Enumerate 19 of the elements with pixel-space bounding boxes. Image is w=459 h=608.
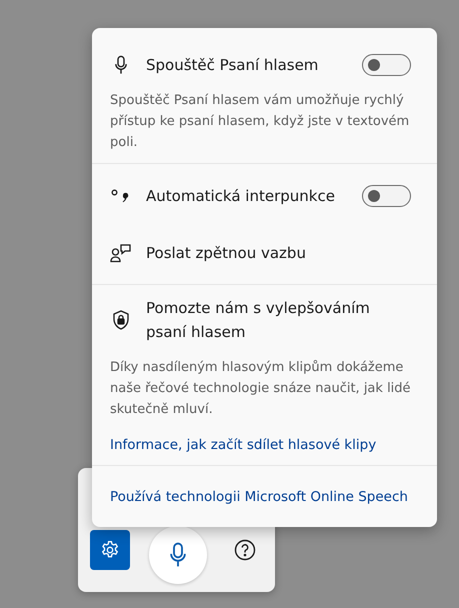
toggle-switch[interactable] — [362, 54, 411, 76]
feedback-icon — [110, 243, 132, 263]
microphone-icon — [170, 542, 186, 568]
microphone-button[interactable] — [149, 526, 207, 584]
setting-label: Automatická interpunkce — [146, 186, 336, 207]
toggle-switch[interactable] — [362, 185, 411, 207]
privacy-description: Díky nasdíleným hlasovým klipům dokážeme naše řečové technologie snáze naučit, jak lidé skutečně mluví. — [109, 359, 412, 419]
setting-label: Pomozte nám s vylepšováním psaní hlasem — [146, 298, 371, 343]
settings-button[interactable] — [90, 530, 130, 570]
question-mark-icon — [234, 539, 256, 561]
feedback-item[interactable]: Poslat zpětnou vazbu — [92, 224, 437, 284]
gear-icon — [100, 540, 120, 560]
punctuation-icon — [111, 189, 131, 203]
setting-description: Spouštěč Psaní hlasem vám umožňuje rychlý přístup ke psaní hlasem, když jste v textovém poli. — [109, 92, 410, 152]
speech-service-link[interactable]: Používá technologii Microsoft Online Speech — [110, 489, 408, 505]
microphone-icon — [115, 55, 127, 75]
setting-label: Spouštěč Psaní hlasem — [146, 55, 320, 76]
share-clips-link[interactable]: Informace, jak začít sdílet hlasové klipy — [110, 437, 376, 453]
shield-lock-icon — [112, 310, 130, 330]
